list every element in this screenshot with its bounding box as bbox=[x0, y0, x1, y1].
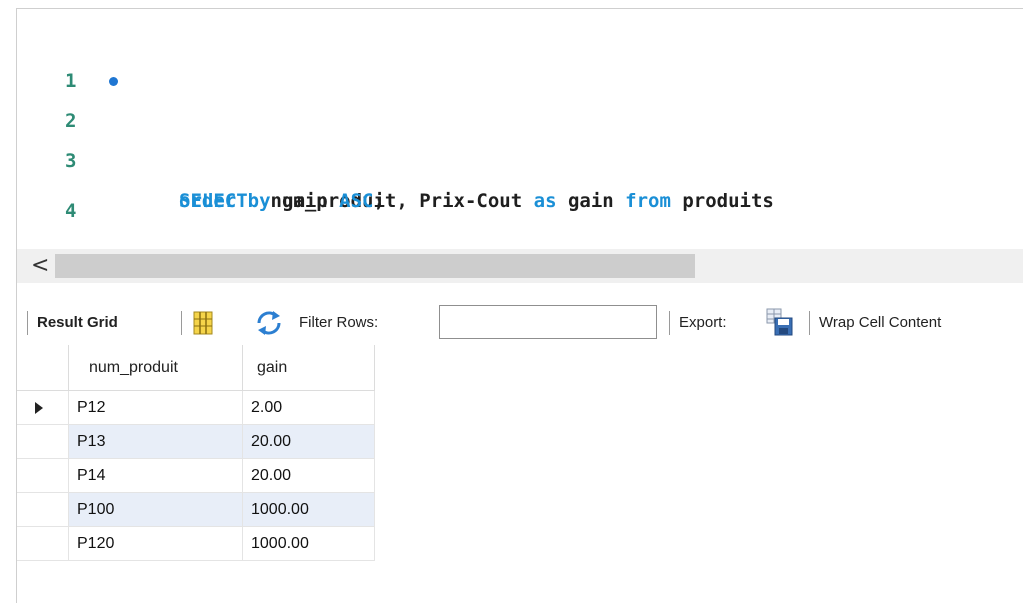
table-row[interactable]: P100 1000.00 bbox=[17, 493, 377, 527]
row-selector[interactable] bbox=[17, 425, 69, 459]
filter-rows-label: Filter Rows: bbox=[299, 314, 379, 331]
table-cell[interactable]: 1000.00 bbox=[243, 493, 375, 527]
toolbar-separator bbox=[809, 311, 810, 335]
table-cell[interactable]: 20.00 bbox=[243, 425, 375, 459]
table-cell[interactable]: 20.00 bbox=[243, 459, 375, 493]
refresh-icon[interactable] bbox=[255, 310, 283, 336]
table-cell[interactable]: P100 bbox=[69, 493, 243, 527]
wrap-cell-content-button[interactable]: Wrap Cell Content bbox=[819, 311, 941, 335]
horizontal-scrollbar[interactable]: < bbox=[17, 249, 1023, 283]
table-row[interactable]: P14 20.00 bbox=[17, 459, 377, 493]
scroll-left-button[interactable]: < bbox=[31, 253, 49, 279]
grid-layout-icon[interactable] bbox=[193, 311, 213, 335]
row-selector[interactable] bbox=[17, 527, 69, 561]
toolbar-separator bbox=[27, 311, 28, 335]
row-selector[interactable] bbox=[17, 391, 69, 425]
table-row[interactable]: P12 2.00 bbox=[17, 391, 377, 425]
column-header[interactable]: gain bbox=[243, 345, 375, 391]
filter-rows-input[interactable] bbox=[439, 305, 657, 339]
grid-header-row: num_produit gain bbox=[17, 345, 377, 391]
table-row[interactable]: P120 1000.00 bbox=[17, 527, 377, 561]
table-cell[interactable]: P13 bbox=[69, 425, 243, 459]
table-cell[interactable]: P12 bbox=[69, 391, 243, 425]
toolbar-separator bbox=[669, 311, 670, 335]
scrollbar-thumb[interactable] bbox=[55, 254, 695, 278]
export-save-icon[interactable] bbox=[765, 307, 795, 337]
sql-editor[interactable]: 1 2 SELECT num_produit, Prix-Cout as gai… bbox=[17, 9, 1023, 274]
editor-line-4[interactable]: 4 bbox=[17, 151, 1023, 222]
sql-workbench-window: 1 2 SELECT num_produit, Prix-Cout as gai… bbox=[16, 8, 1023, 603]
row-header-gutter bbox=[17, 345, 69, 391]
statement-marker-icon bbox=[109, 77, 118, 86]
column-header[interactable]: num_produit bbox=[69, 345, 243, 391]
row-selector[interactable] bbox=[17, 459, 69, 493]
table-cell[interactable]: 1000.00 bbox=[243, 527, 375, 561]
table-row[interactable]: P13 20.00 bbox=[17, 425, 377, 459]
current-row-arrow-icon bbox=[35, 402, 43, 414]
table-cell[interactable]: P14 bbox=[69, 459, 243, 493]
export-label: Export: bbox=[679, 314, 727, 331]
row-selector[interactable] bbox=[17, 493, 69, 527]
editor-line-3[interactable]: 3 order by gain ASC; bbox=[17, 101, 1023, 212]
table-cell[interactable]: P120 bbox=[69, 527, 243, 561]
editor-line-5[interactable]: 5 bbox=[17, 203, 1023, 274]
result-toolbar: Result Grid Filter Rows: Export: Wrap Ce… bbox=[17, 301, 1023, 341]
editor-line-2[interactable]: 2 SELECT num_produit, Prix-Cout as gain … bbox=[17, 61, 1023, 212]
editor-line-1[interactable]: 1 bbox=[17, 21, 1023, 92]
table-cell[interactable]: 2.00 bbox=[243, 391, 375, 425]
result-grid-tab[interactable]: Result Grid bbox=[37, 311, 118, 335]
toolbar-separator bbox=[181, 311, 182, 335]
